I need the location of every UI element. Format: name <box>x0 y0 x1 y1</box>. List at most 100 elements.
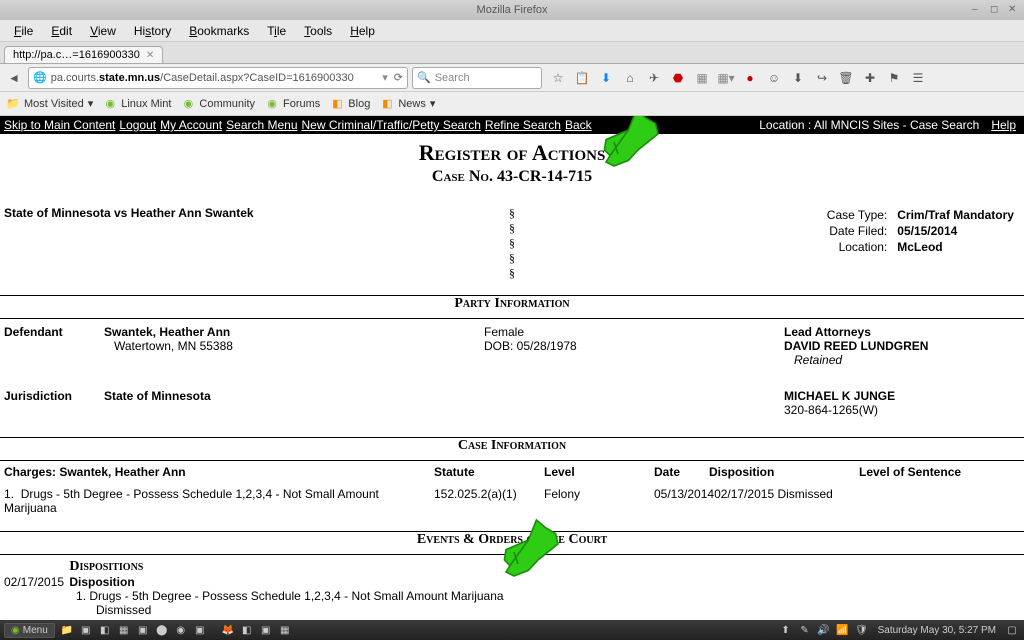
mint-icon: ◉ <box>265 97 279 111</box>
adblock-icon[interactable]: ⬣ <box>670 70 686 86</box>
grid2-icon[interactable]: ▦▾ <box>718 70 734 86</box>
bookmark-forums[interactable]: ◉Forums <box>265 97 320 111</box>
taskbar: ◉ Menu 📁 ▣ ◧ ▦ ▣ ⬤ ◉ ▣ 🦊 ◧ ▣ ▦ ⬆ ✎ 🔊 📶 🛡… <box>0 620 1024 640</box>
dispositions: Dispositions 02/17/2015 Disposition 1. D… <box>0 555 1024 620</box>
link-skip[interactable]: Skip to Main Content <box>4 118 115 132</box>
menu-edit[interactable]: Edit <box>43 22 80 40</box>
hamburger-icon[interactable]: ☰ <box>910 70 926 86</box>
section-case-info: Case Information <box>0 438 1024 454</box>
link-newsearch[interactable]: New Criminal/Traffic/Petty Search <box>302 118 481 132</box>
maximize-icon[interactable]: ◻ <box>990 4 1002 16</box>
start-menu-button[interactable]: ◉ Menu <box>4 623 55 638</box>
menubar: File Edit View History Bookmarks Tile To… <box>0 20 1024 42</box>
bookmark-most-visited[interactable]: 📁Most Visited ▾ <box>6 97 93 111</box>
app-icon[interactable]: ▣ <box>135 622 151 638</box>
app-icon[interactable]: ▦ <box>116 622 132 638</box>
app-icon[interactable]: ▦ <box>277 622 293 638</box>
defendant-demographics: Female DOB: 05/28/1978 <box>484 325 784 367</box>
app-icon[interactable]: ▣ <box>258 622 274 638</box>
menu-file[interactable]: File <box>6 22 41 40</box>
case-title: State of Minnesota vs Heather Ann Swante… <box>4 206 492 281</box>
bookmark-blog[interactable]: ◧Blog <box>330 97 370 111</box>
red-dot-icon[interactable]: ● <box>742 70 758 86</box>
app-icon[interactable]: ◉ <box>173 622 189 638</box>
files-icon[interactable]: 📁 <box>59 622 75 638</box>
tab-close-icon[interactable]: ✕ <box>146 50 154 61</box>
globe-icon: 🌐 <box>33 71 47 84</box>
smiley-icon[interactable]: ☺ <box>766 70 782 86</box>
link-logout[interactable]: Logout <box>119 118 156 132</box>
network-icon[interactable]: 📶 <box>835 622 851 638</box>
star-icon[interactable]: ☆ <box>550 70 566 86</box>
back-button[interactable]: ◄ <box>4 68 24 88</box>
search-input[interactable]: 🔍 Search <box>412 67 542 89</box>
download-icon[interactable]: ⬇ <box>598 70 614 86</box>
bookmark-community[interactable]: ◉Community <box>181 97 255 111</box>
jurisdiction-label: Jurisdiction <box>4 389 104 417</box>
search-icon: 🔍 <box>417 71 431 84</box>
mint-icon: ◉ <box>11 625 20 636</box>
tray-icon[interactable]: ⬆ <box>778 622 794 638</box>
shield-icon[interactable]: 🛡 <box>854 622 870 638</box>
window-titlebar: Mozilla Firefox – ◻ ✕ <box>0 0 1024 20</box>
mint-icon: ◉ <box>103 97 117 111</box>
dropdown-icon[interactable]: ▾ <box>382 71 388 84</box>
taskbar-clock[interactable]: Saturday May 30, 5:27 PM <box>874 625 1000 636</box>
volume-icon[interactable]: 🔊 <box>816 622 832 638</box>
search-placeholder: Search <box>435 72 470 84</box>
download2-icon[interactable]: ⬇ <box>790 70 806 86</box>
reload-icon[interactable]: ⟳ <box>394 71 403 84</box>
rss-icon: ◧ <box>330 97 344 111</box>
taskbar-launchers: 📁 ▣ ◧ ▦ ▣ ⬤ ◉ ▣ <box>59 622 208 638</box>
bookmark-linux-mint[interactable]: ◉Linux Mint <box>103 97 171 111</box>
trash-icon[interactable]: 🗑 <box>838 70 854 86</box>
terminal-icon[interactable]: ▣ <box>78 622 94 638</box>
grid-icon[interactable]: ▦ <box>694 70 710 86</box>
show-desktop-icon[interactable]: ▢ <box>1004 622 1020 638</box>
app-icon[interactable]: ◧ <box>97 622 113 638</box>
tabbar: http://pa.c…=1616900330 ✕ <box>0 42 1024 64</box>
flag-icon[interactable]: ⚑ <box>886 70 902 86</box>
arrow-icon[interactable]: ↪ <box>814 70 830 86</box>
menu-help[interactable]: Help <box>342 22 383 40</box>
menu-view[interactable]: View <box>82 22 124 40</box>
minimize-icon[interactable]: – <box>972 4 984 16</box>
app-icon[interactable]: ⬤ <box>154 622 170 638</box>
browser-tab[interactable]: http://pa.c…=1616900330 ✕ <box>4 46 163 63</box>
link-help[interactable]: Help <box>991 118 1016 132</box>
bookmark-news[interactable]: ◧News ▾ <box>380 97 435 111</box>
menu-tile[interactable]: Tile <box>259 22 294 40</box>
page-nav-bar: Skip to Main Content Logout My Account S… <box>0 116 1024 134</box>
section-events: Events & Orders of the Court <box>0 532 1024 548</box>
close-icon[interactable]: ✕ <box>1008 4 1020 16</box>
page-content: Skip to Main Content Logout My Account S… <box>0 116 1024 620</box>
link-back[interactable]: Back <box>565 118 592 132</box>
menu-bookmarks[interactable]: Bookmarks <box>181 22 257 40</box>
url-input[interactable]: 🌐 pa.courts.state.mn.us/CaseDetail.aspx?… <box>28 67 408 89</box>
firefox-icon[interactable]: 🦊 <box>220 622 236 638</box>
clipboard-icon[interactable]: 📋 <box>574 70 590 86</box>
bookmarkbar: 📁Most Visited ▾ ◉Linux Mint ◉Community ◉… <box>0 92 1024 116</box>
app-icon[interactable]: ▣ <box>192 622 208 638</box>
menu-tools[interactable]: Tools <box>296 22 340 40</box>
tab-title: http://pa.c…=1616900330 <box>13 49 140 61</box>
lead-attorneys: Lead Attorneys DAVID REED LUNDGREN Retai… <box>784 325 1020 367</box>
case-number: Case No. 43-CR-14-715 <box>0 168 1024 186</box>
attorney2: MICHAEL K JUNGE 320-864-1265(W) <box>784 389 1020 417</box>
charge-row: 1. Drugs - 5th Degree - Possess Schedule… <box>0 483 1024 519</box>
tray-icon[interactable]: ✎ <box>797 622 813 638</box>
menu-history[interactable]: History <box>126 22 179 40</box>
link-searchmenu[interactable]: Search Menu <box>226 118 297 132</box>
addon-icon[interactable]: ✚ <box>862 70 878 86</box>
jurisdiction: State of Minnesota <box>104 389 484 417</box>
defendant-label: Defendant <box>4 325 104 367</box>
send-icon[interactable]: ✈ <box>646 70 662 86</box>
app-icon[interactable]: ◧ <box>239 622 255 638</box>
url-text: pa.courts.state.mn.us/CaseDetail.aspx?Ca… <box>51 72 383 84</box>
charges-header: Charges: Swantek, Heather Ann Statute Le… <box>0 461 1024 483</box>
link-refine[interactable]: Refine Search <box>485 118 561 132</box>
rss-icon: ◧ <box>380 97 394 111</box>
home-icon[interactable]: ⌂ <box>622 70 638 86</box>
link-myaccount[interactable]: My Account <box>160 118 222 132</box>
case-meta: Case Type:Crim/Traf Mandatory Date Filed… <box>532 206 1020 281</box>
